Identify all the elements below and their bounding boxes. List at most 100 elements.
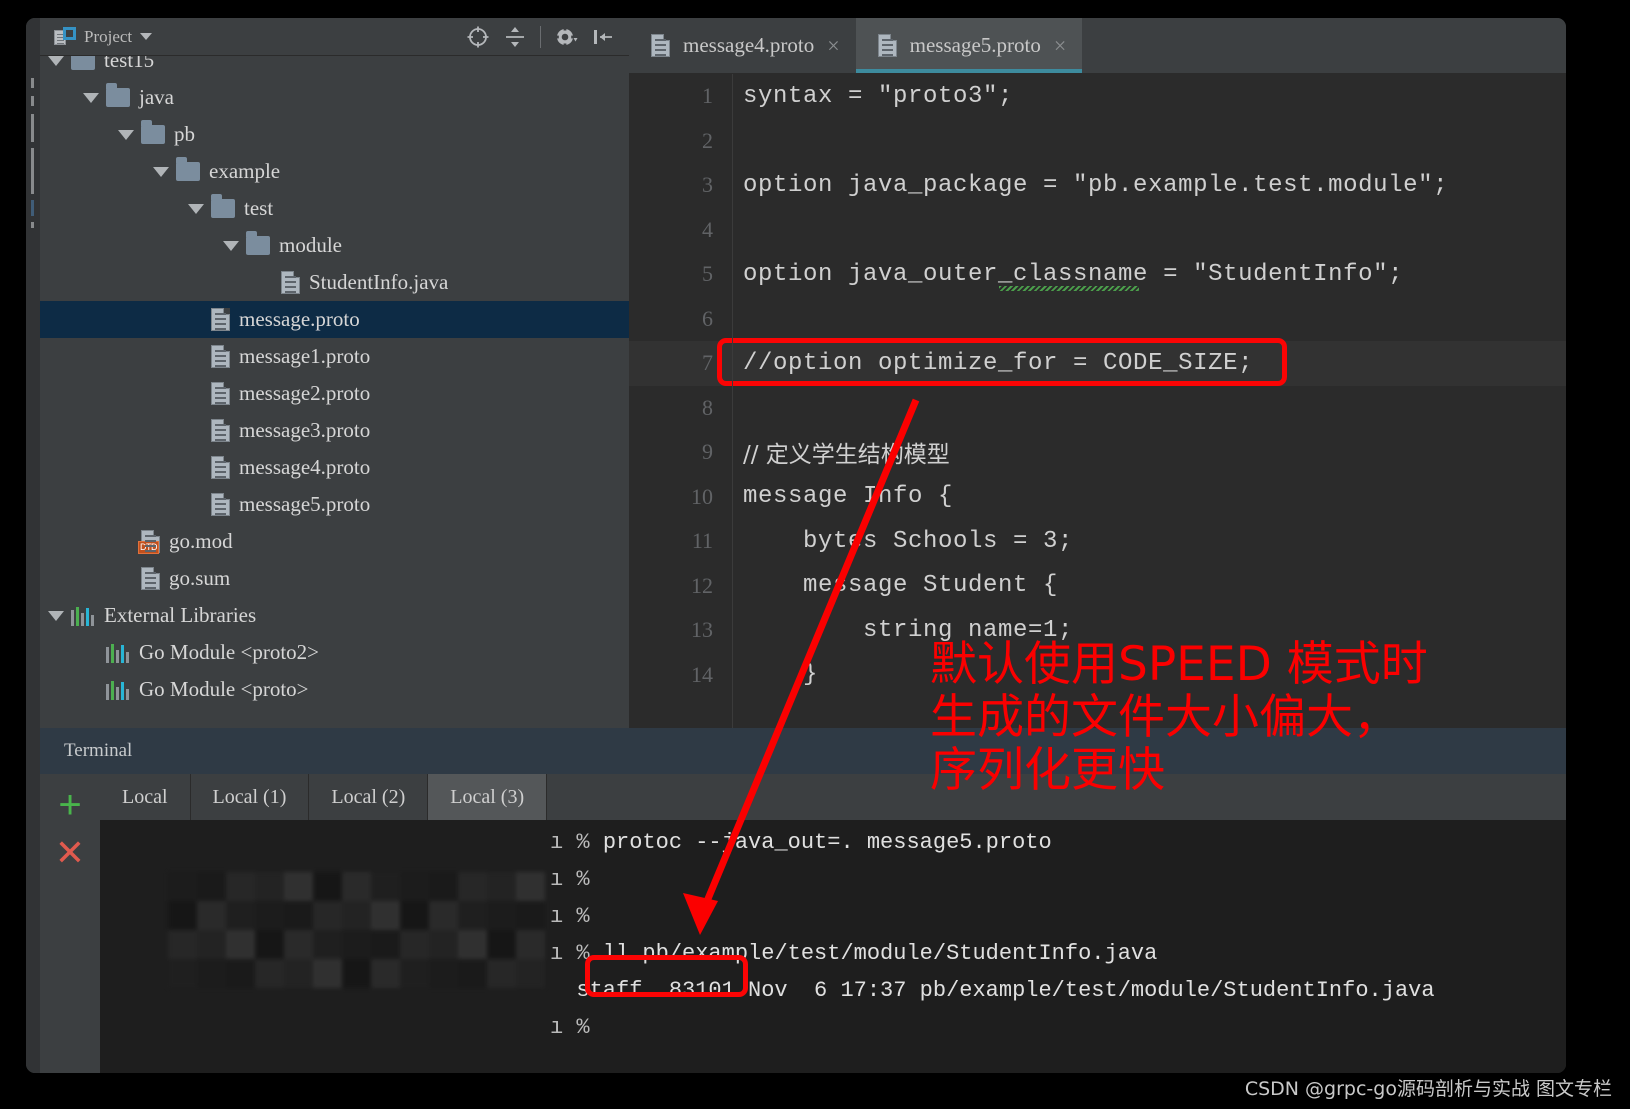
line-number: 3 (702, 172, 713, 198)
terminal-line-text: protoc --java_out=. message5.proto (602, 830, 1052, 855)
dtd-file-icon: DTD (138, 530, 160, 554)
chevron-down-icon[interactable] (153, 166, 169, 177)
tree-row-label: message.proto (239, 307, 360, 331)
tree-row[interactable]: go.sum (40, 560, 629, 597)
terminal-body: + ✕ Local Local (1) Local (2) Local (3) ı %… (40, 774, 1566, 1073)
redaction-tile (284, 872, 313, 901)
project-label: Project (84, 26, 133, 46)
chevron-down-icon[interactable] (188, 203, 204, 214)
redaction-tile (458, 901, 487, 930)
tree-row[interactable]: StudentInfo.java (40, 264, 629, 301)
hide-panel-icon[interactable] (591, 25, 615, 49)
tree-row[interactable]: message.proto (40, 301, 629, 338)
tree-row[interactable]: module (40, 227, 629, 264)
tree-row[interactable]: example (40, 153, 629, 190)
folder-icon (176, 157, 200, 181)
file-icon (281, 271, 300, 294)
terminal-output[interactable]: ı % protoc --java_out=. message5.proto ı … (100, 820, 1566, 1073)
project-toolbar: Project (40, 18, 629, 56)
left-tool-strip[interactable] (26, 18, 40, 1073)
chevron-down-icon[interactable] (48, 56, 64, 66)
code-line: 3 option java_package = "pb.example.test.… (629, 163, 1566, 208)
chevron-down-icon[interactable] (48, 610, 64, 621)
locate-icon[interactable] (466, 25, 490, 49)
terminal-title: Terminal (64, 740, 133, 761)
settings-gear-icon[interactable] (554, 25, 578, 49)
folder-icon (141, 120, 165, 144)
gutter-divider (732, 74, 733, 728)
tree-row-label: java (139, 85, 174, 109)
redaction-tile (487, 959, 516, 988)
project-title-group[interactable]: Project (40, 26, 153, 47)
code-line-text: message Student { (743, 572, 1059, 600)
strip-mark-6 (31, 222, 34, 228)
folder-icon (71, 56, 95, 70)
terminal-tab[interactable]: Local (100, 774, 191, 820)
strip-mark-2 (31, 96, 34, 106)
tree-row-label: go.mod (169, 529, 233, 553)
tree-row[interactable]: Go Module <proto> (40, 671, 629, 708)
folder-icon (211, 194, 235, 218)
code-line-text: //option optimize_for = CODE_SIZE; (743, 349, 1254, 377)
tree-row[interactable]: message5.proto (40, 486, 629, 523)
code-line: 1 syntax = "proto3"; (629, 74, 1566, 119)
redaction-tile (516, 959, 545, 988)
code-line-text: option java_package = "pb.example.test.m… (743, 171, 1449, 199)
redaction-tile (226, 872, 255, 901)
terminal-side-actions: + ✕ (40, 774, 100, 1073)
close-terminal-icon[interactable]: ✕ (55, 835, 85, 871)
code-line: 5 option java_outer_classname = "StudentI… (629, 252, 1566, 297)
tree-row[interactable]: Go Module <proto2> (40, 634, 629, 671)
strip-mark-4 (31, 148, 34, 194)
chevron-down-icon[interactable] (118, 129, 134, 140)
tree-row[interactable]: test15 (40, 56, 629, 79)
tree-row[interactable]: message2.proto (40, 375, 629, 412)
code-line-text: message Info { (743, 483, 954, 511)
tree-row[interactable]: pb (40, 116, 629, 153)
dtd-badge: DTD (138, 541, 159, 554)
tree-row[interactable]: DTD go.mod (40, 523, 629, 560)
tree-row[interactable]: test (40, 190, 629, 227)
code-line: 4 (629, 208, 1566, 253)
project-file-tree[interactable]: test15 java pb example test module StudentInfo… (40, 56, 629, 728)
collapse-all-icon[interactable] (503, 25, 527, 49)
redaction-tile (458, 872, 487, 901)
tree-row[interactable]: External Libraries (40, 597, 629, 634)
redaction-tile (516, 901, 545, 930)
line-number: 14 (691, 661, 713, 687)
chevron-down-icon[interactable] (223, 240, 239, 251)
line-number: 12 (691, 572, 713, 598)
editor-tab[interactable]: message5.proto × (855, 18, 1083, 73)
code-line: 12 message Student { (629, 564, 1566, 609)
terminal-tab[interactable]: Local (2) (309, 774, 429, 820)
tree-row[interactable]: message4.proto (40, 449, 629, 486)
library-icon (106, 680, 130, 700)
editor-tab[interactable]: message4.proto × (629, 18, 856, 73)
redaction-tile (168, 930, 197, 959)
tree-row[interactable]: java (40, 79, 629, 116)
file-icon (211, 493, 230, 516)
chevron-down-icon[interactable] (83, 92, 99, 103)
tree-row-label: StudentInfo.java (309, 270, 449, 294)
redaction-tile (313, 872, 342, 901)
chevron-down-icon[interactable] (140, 33, 153, 40)
code-line-text: bytes Schools = 3; (743, 527, 1074, 555)
tree-row[interactable]: message3.proto (40, 412, 629, 449)
tree-row[interactable]: message1.proto (40, 338, 629, 375)
close-tab-icon[interactable]: × (1054, 34, 1066, 57)
code-line-text: string name=1; (743, 616, 1074, 644)
add-terminal-icon[interactable]: + (58, 785, 81, 825)
close-tab-icon[interactable]: × (827, 34, 839, 57)
terminal-tab[interactable]: Local (1) (191, 774, 310, 820)
terminal-tab[interactable]: Local (3) (428, 774, 548, 820)
terminal-prompt: ı % (550, 904, 603, 929)
terminal-header: Terminal (40, 728, 1566, 774)
redaction-tile (371, 930, 400, 959)
redaction-tile (313, 959, 342, 988)
code-line: 2 (629, 119, 1566, 164)
code-editor[interactable]: 1 syntax = "proto3"; 2 3 option java_package… (629, 74, 1566, 728)
